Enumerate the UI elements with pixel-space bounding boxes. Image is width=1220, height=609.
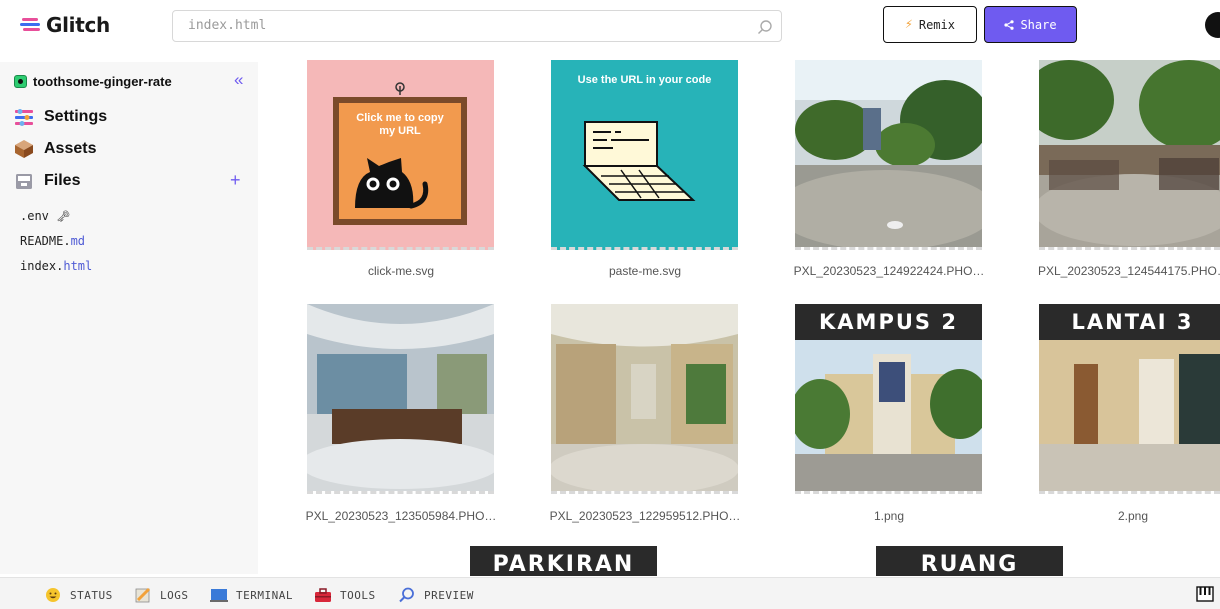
asset-tile-photo-3[interactable] xyxy=(307,304,494,494)
lightning-icon: ⚡ xyxy=(905,17,913,32)
paste-me-image xyxy=(582,121,696,201)
share-button[interactable]: Share xyxy=(984,6,1077,43)
search-icon[interactable] xyxy=(757,19,773,35)
brand-name: Glitch xyxy=(46,13,110,37)
banner-text: KAMPUS 2 xyxy=(819,310,958,334)
terminal-button[interactable]: TERMINAL xyxy=(210,587,293,603)
asset-caption: PXL_20230523_122959512.PHO… xyxy=(549,509,741,523)
sidebar: toothsome-ginger-rate « Settings Assets … xyxy=(0,62,258,574)
terminal-icon xyxy=(210,589,228,602)
project-header[interactable]: toothsome-ginger-rate xyxy=(14,74,172,89)
asset-caption: 2.png xyxy=(1117,509,1149,523)
share-icon xyxy=(1004,19,1015,30)
asset-tile-click-me[interactable]: Click me to copy my URL xyxy=(307,60,494,250)
settings-icon xyxy=(15,109,33,126)
logs-icon xyxy=(135,587,151,603)
project-avatar-icon xyxy=(14,75,27,88)
keyboard-icon[interactable] xyxy=(1196,586,1214,602)
search-input[interactable]: index.html xyxy=(172,10,782,42)
footer-label: STATUS xyxy=(70,588,113,602)
panorama-photo xyxy=(307,304,494,491)
sidebar-item-label: Files xyxy=(44,172,81,189)
tools-button[interactable]: TOOLS xyxy=(314,587,376,603)
file-ext: md xyxy=(70,234,86,248)
footer-label: PREVIEW xyxy=(424,588,474,602)
panorama-photo xyxy=(551,304,738,491)
banner-text: PARKIRAN xyxy=(492,552,635,576)
sidebar-item-settings[interactable]: Settings xyxy=(14,107,107,127)
sidebar-item-files[interactable]: Files xyxy=(14,171,80,191)
tools-icon xyxy=(315,588,331,602)
asset-caption: PXL_20230523_124922424.PHO… xyxy=(793,264,985,278)
panorama-photo xyxy=(795,60,982,247)
add-file-icon[interactable]: + xyxy=(230,170,241,191)
asset-tile-1png[interactable]: KAMPUS 2 xyxy=(795,304,982,494)
asset-tile-parkiran[interactable]: PARKIRAN xyxy=(470,546,657,576)
assets-icon xyxy=(15,140,33,158)
bottom-toolbar: STATUS LOGS TERMINAL TOOLS PREVIEW xyxy=(0,577,1220,609)
file-name: README. xyxy=(20,234,71,248)
asset-tile-photo-1[interactable] xyxy=(795,60,982,250)
asset-caption: paste-me.svg xyxy=(608,264,682,278)
asset-tile-paste-me[interactable]: Use the URL in your code xyxy=(551,60,738,250)
file-ext: html xyxy=(63,259,93,273)
collapse-sidebar-icon[interactable]: « xyxy=(234,70,243,90)
file-item-readme[interactable]: README.md xyxy=(20,234,85,248)
remix-button[interactable]: ⚡ Remix xyxy=(883,6,977,43)
asset-tile-photo-2[interactable] xyxy=(1039,60,1220,250)
glitch-logo[interactable]: Glitch xyxy=(20,13,110,37)
user-avatar[interactable] xyxy=(1205,12,1220,38)
asset-caption: PXL_20230523_123505984.PHO… xyxy=(305,509,497,523)
status-button[interactable]: STATUS xyxy=(44,587,113,603)
file-name: .env xyxy=(20,209,49,223)
asset-caption: PXL_20230523_124544175.PHO… xyxy=(1038,264,1220,278)
search-placeholder: index.html xyxy=(188,18,267,33)
file-item-index[interactable]: index.html xyxy=(20,259,92,273)
status-icon xyxy=(46,588,60,602)
paste-me-text: Use the URL in your code xyxy=(577,74,712,86)
sidebar-item-label: Settings xyxy=(44,108,108,125)
top-bar: Glitch index.html ⚡ Remix Share xyxy=(0,0,1220,50)
remix-label: Remix xyxy=(918,17,955,32)
file-item-env[interactable]: .env 🗝 xyxy=(20,209,70,223)
sidebar-item-label: Assets xyxy=(44,140,97,157)
banner-text: LANTAI 3 xyxy=(1071,310,1194,334)
glitch-fish-icon xyxy=(20,18,40,31)
file-name: index. xyxy=(20,259,64,273)
banner-text: RUANG KELAS xyxy=(920,552,1019,576)
panorama-photo xyxy=(1039,60,1220,247)
asset-tile-photo-4[interactable] xyxy=(551,304,738,494)
project-name: toothsome-ginger-rate xyxy=(33,74,172,89)
click-me-image xyxy=(333,82,467,225)
share-label: Share xyxy=(1020,17,1057,32)
footer-label: TERMINAL xyxy=(236,588,293,602)
sidebar-item-assets[interactable]: Assets xyxy=(14,139,96,159)
footer-label: TOOLS xyxy=(340,588,376,602)
logs-button[interactable]: LOGS xyxy=(134,587,189,603)
files-icon xyxy=(16,174,32,189)
click-me-text: Click me to copy my URL xyxy=(356,112,444,137)
key-icon: 🗝 xyxy=(56,210,71,223)
footer-label: LOGS xyxy=(160,588,189,602)
asset-caption: click-me.svg xyxy=(367,264,434,278)
asset-tile-2png[interactable]: LANTAI 3 xyxy=(1039,304,1220,494)
asset-caption: 1.png xyxy=(873,509,905,523)
preview-icon xyxy=(399,587,414,603)
asset-tile-ruang-kelas[interactable]: RUANG KELAS xyxy=(876,546,1063,576)
preview-button[interactable]: PREVIEW xyxy=(398,587,474,603)
